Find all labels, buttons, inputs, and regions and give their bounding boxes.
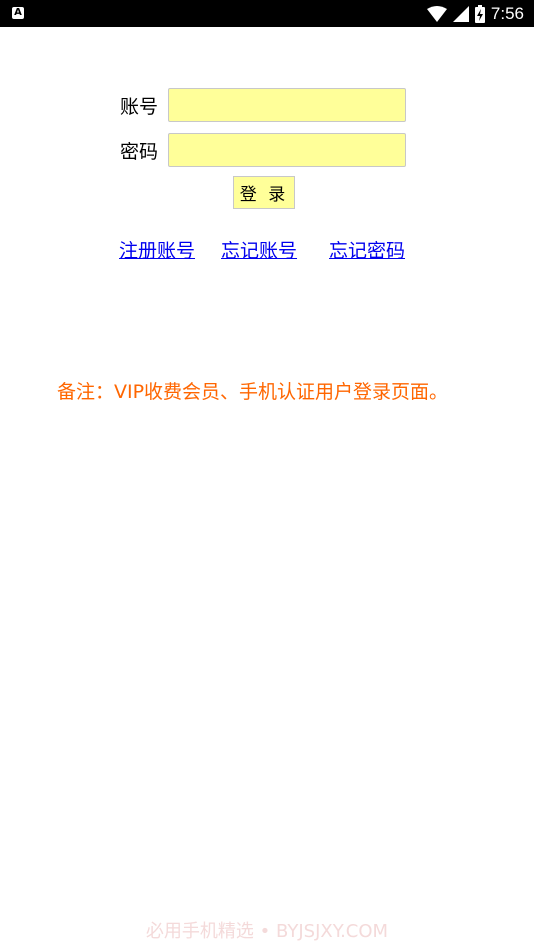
note-text: 备注：VIP收费会员、手机认证用户登录页面。 [57, 381, 449, 403]
cell-signal-icon [452, 6, 469, 22]
status-bar: A 7:56 [0, 0, 534, 27]
forgot-account-link[interactable]: 忘记账号 [221, 236, 297, 263]
account-label: 账号 [120, 95, 159, 118]
watermark: 必用手机精选 • BYJSJXY.COM [145, 921, 389, 942]
register-link[interactable]: 注册账号 [119, 236, 195, 263]
login-page: 账号 密码 登 录 注册账号 忘记账号 忘记密码 备注：VIP收费会员、手机认证… [0, 27, 534, 950]
account-input[interactable] [168, 88, 406, 122]
status-icons: 7:56 [426, 3, 524, 25]
account-row: 账号 [120, 86, 406, 124]
clock: 7:56 [490, 4, 524, 23]
login-button[interactable]: 登 录 [233, 176, 295, 209]
app-notification-icon: A [12, 7, 24, 19]
battery-icon [474, 5, 485, 23]
password-label: 密码 [120, 140, 159, 163]
wifi-icon [426, 6, 447, 22]
password-row: 密码 [120, 131, 406, 169]
password-input[interactable] [168, 133, 406, 167]
forgot-password-link[interactable]: 忘记密码 [329, 236, 405, 263]
